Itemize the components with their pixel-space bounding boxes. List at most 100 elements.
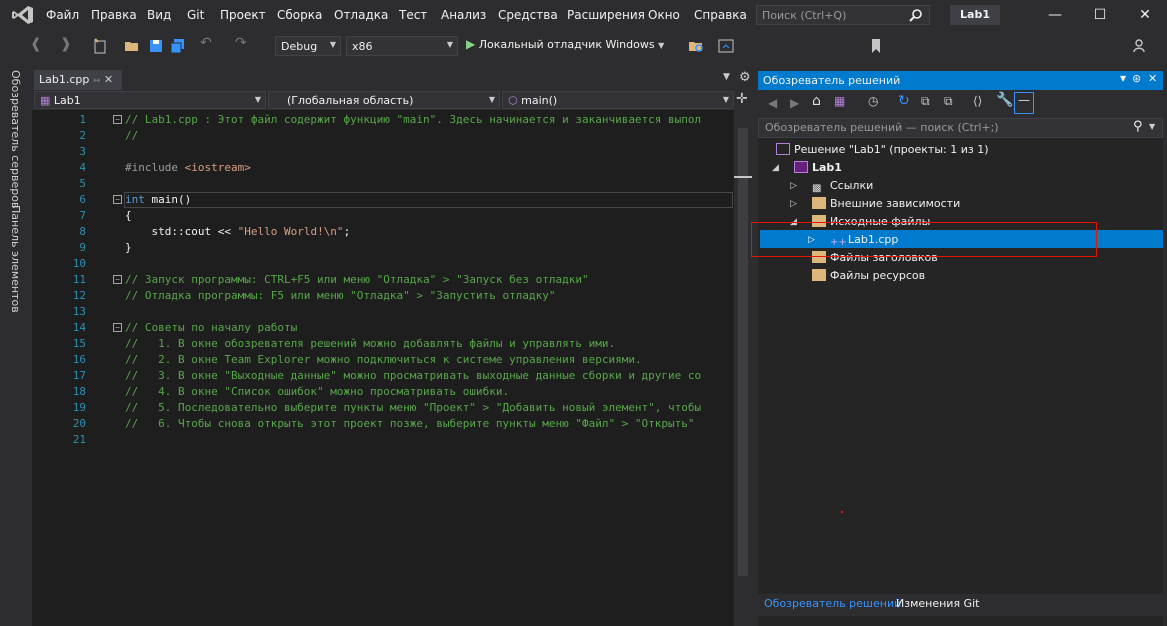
tab-list-dropdown-icon[interactable]: ▼ [723,72,730,82]
menu-view[interactable]: Вид [147,8,171,22]
menu-extensions[interactable]: Расширения [567,8,645,22]
forward-icon[interactable]: ▶ [790,96,799,110]
show-all-files-icon[interactable]: ⧉ [944,94,953,109]
tree-item-project[interactable]: Lab1 [794,159,842,177]
back-icon[interactable]: ❰ [30,36,46,52]
code-editor[interactable]: 1−// Lab1.cpp : Этот файл содержит функц… [32,110,734,626]
code-line[interactable]: 15 // 1. В окне обозревателя решений можн… [32,336,734,352]
redo-icon[interactable]: ↷ [235,35,251,51]
code-line[interactable]: 17 // 3. В окне "Выходные данные" можно п… [32,368,734,384]
fold-toggle-icon[interactable]: − [113,115,122,124]
fold-toggle-icon[interactable]: − [113,275,122,284]
sync-icon[interactable]: ↻ [898,93,910,109]
code-line[interactable]: 10 [32,256,734,272]
undo-icon[interactable]: ↶ [200,35,216,51]
code-line[interactable]: 21 [32,432,734,448]
menu-edit[interactable]: Правка [91,8,137,22]
save-all-icon[interactable] [170,38,186,54]
platform-value: x86 [352,40,373,53]
open-folder-icon[interactable] [124,38,140,54]
code-line[interactable]: 6 − int main() [32,192,734,208]
code-line[interactable]: 19 // 5. Последовательно выберите пункты … [32,400,734,416]
menu-project[interactable]: Проект [220,8,266,22]
member-select[interactable]: ⬡ main() ▼ [502,91,734,109]
code-line[interactable]: 13 [32,304,734,320]
forward-icon[interactable]: ❱ [60,36,76,52]
code-line[interactable]: 9} [32,240,734,256]
save-icon[interactable] [148,38,164,54]
server-explorer-tab[interactable]: Обозреватель серверов [9,70,22,208]
pin-icon[interactable]: ⊛ [1132,72,1141,85]
menu-help[interactable]: Справка [694,8,747,22]
code-line[interactable]: 12 // Отладка программы: F5 или меню "Отл… [32,288,734,304]
collapse-all-icon[interactable]: ⧉ [921,94,930,109]
tree-item-solution[interactable]: Решение "Lab1" (проекты: 1 из 1) [776,141,989,159]
line-number: 14 [72,321,86,334]
code-line[interactable]: 8 std::cout << "Hello World!\n"; [32,224,734,240]
code-line[interactable]: 20 // 6. Чтобы снова открыть этот проект … [32,416,734,432]
tree-item-resource-files[interactable]: Файлы ресурсов [812,267,925,285]
menu-git[interactable]: Git [187,8,204,22]
browse-folder-icon[interactable] [688,38,704,54]
home-icon[interactable]: ⌂ [812,93,821,109]
code-line[interactable]: 14 −// Советы по началу работы [32,320,734,336]
close-icon[interactable]: ✕ [1148,72,1157,85]
menu-build[interactable]: Сборка [277,8,322,22]
code-line[interactable]: 4 #include <iostream> [32,160,734,176]
close-icon[interactable]: ✕ [104,73,113,86]
code-line[interactable]: 5 [32,176,734,192]
window-menu-icon[interactable]: ▼ [1120,74,1126,83]
pending-changes-filter-icon[interactable]: ◷ [868,94,878,108]
preview-selected-icon[interactable]: — [1014,92,1034,114]
tree-item-references[interactable]: ▩ Ссылки [812,177,873,195]
line-number: 6 [79,193,86,206]
fold-toggle-icon[interactable]: − [113,195,122,204]
scrollbar-thumb[interactable] [738,128,748,576]
tab-git-changes[interactable]: Изменения Git [896,597,979,610]
pin-icon[interactable]: ⇿ [93,76,101,86]
code-line[interactable]: 2 // [32,128,734,144]
menu-test[interactable]: Тест [399,8,427,22]
home-window-icon[interactable] [718,38,734,54]
gear-icon[interactable]: ⚙ [739,70,751,85]
code-line[interactable]: 18 // 4. В окне "Список ошибок" можно про… [32,384,734,400]
live-share-icon[interactable] [1132,38,1148,54]
minimize-icon[interactable]: — [1040,4,1070,26]
back-icon[interactable]: ◀ [768,96,777,110]
scope-value: (Глобальная область) [287,94,414,107]
tree-item-external-dependencies[interactable]: Внешние зависимости [812,195,960,213]
code-line[interactable]: 11 −// Запуск программы: CTRL+F5 или меню… [32,272,734,288]
start-debugging-button[interactable]: ▶ Локальный отладчик Windows ▼ [466,37,664,55]
project-select[interactable]: ▦ Lab1 ▼ [34,91,266,109]
code-line[interactable]: 3 [32,144,734,160]
platform-select[interactable]: x86 ▼ [346,36,458,56]
tab-lab1-cpp[interactable]: Lab1.cpp ⇿ ✕ [34,70,122,90]
toolbox-tab[interactable]: Панель элементов [9,205,22,313]
properties-wrench-icon[interactable]: 🔧 [996,92,1013,108]
code-line[interactable]: 1 −// Lab1.cpp : Этот файл содержит функц… [32,112,734,128]
maximize-icon[interactable]: ☐ [1085,4,1115,26]
quick-launch-search[interactable]: Поиск (Ctrl+Q) [756,5,930,25]
menu-debug[interactable]: Отладка [334,8,388,22]
fold-toggle-icon[interactable]: − [113,323,122,332]
tab-solution-explorer[interactable]: Обозреватель решений [764,597,901,610]
bookmark-icon[interactable] [868,38,884,54]
collapsed-arrow-icon[interactable]: ▷ [790,181,797,191]
configuration-select[interactable]: Debug ▼ [275,36,341,56]
code-view-icon[interactable]: ⟨⟩ [973,94,982,108]
close-icon[interactable]: ✕ [1130,4,1160,26]
menu-file[interactable]: Файл [46,8,79,22]
code-line[interactable]: 7{ [32,208,734,224]
menu-analyze[interactable]: Анализ [441,8,486,22]
collapsed-arrow-icon[interactable]: ▷ [790,199,797,209]
solution-explorer-search[interactable]: Обозреватель решений — поиск (Ctrl+;) ⚲ … [758,118,1163,138]
menu-tools[interactable]: Средства [498,8,558,22]
switch-views-icon[interactable]: ▦ [834,94,845,108]
new-project-icon[interactable] [92,38,108,54]
scope-select[interactable]: (Глобальная область) ▼ [268,91,500,109]
expanded-arrow-icon[interactable]: ◢ [772,163,779,173]
split-editor-icon[interactable]: ✛ [736,91,748,107]
code-line[interactable]: 16 // 2. В окне Team Explorer можно подкл… [32,352,734,368]
menu-window[interactable]: Окно [648,8,680,22]
line-number: 4 [79,161,86,174]
